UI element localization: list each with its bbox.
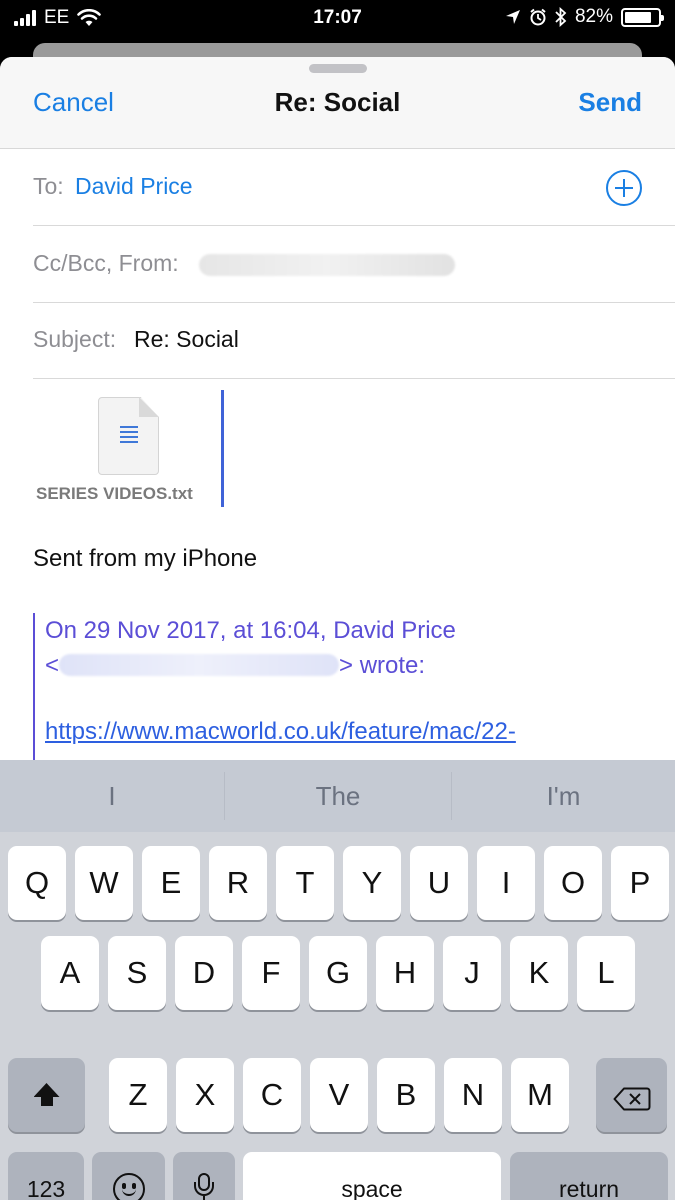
prediction-2[interactable]: The xyxy=(225,760,451,832)
text-cursor xyxy=(221,390,224,507)
compose-title: Re: Social xyxy=(274,87,401,117)
key-t[interactable]: T xyxy=(276,846,334,920)
key-k[interactable]: K xyxy=(510,936,568,1010)
compose-header: Cancel Re: Social Send xyxy=(0,57,675,149)
subject-label: Subject: xyxy=(33,326,117,352)
key-e[interactable]: E xyxy=(142,846,200,920)
backspace-outline xyxy=(613,1087,650,1111)
key-x[interactable]: X xyxy=(176,1058,234,1132)
cc-bcc-from-label: Cc/Bcc, From: xyxy=(33,250,179,276)
key-v[interactable]: V xyxy=(310,1058,368,1132)
attachment[interactable]: SERIES VIDEOS.txt xyxy=(36,397,222,512)
sender-email-redacted xyxy=(59,654,340,676)
key-s[interactable]: S xyxy=(108,936,166,1010)
key-g[interactable]: G xyxy=(309,936,367,1010)
send-button[interactable]: Send xyxy=(578,87,642,118)
compose-sheet: Cancel Re: Social Send To: David Price C… xyxy=(0,57,675,760)
key-r[interactable]: R xyxy=(209,846,267,920)
key-w[interactable]: W xyxy=(75,846,133,920)
key-a[interactable]: A xyxy=(41,936,99,1010)
file-lines xyxy=(120,426,138,446)
emoji-key[interactable] xyxy=(92,1152,165,1200)
key-p[interactable]: P xyxy=(611,846,669,920)
emoji-icon xyxy=(112,1173,145,1200)
return-key[interactable]: return xyxy=(510,1152,668,1200)
microphone-icon xyxy=(194,1173,214,1200)
key-h[interactable]: H xyxy=(376,936,434,1010)
battery-fill xyxy=(625,11,652,23)
cc-bcc-from-field[interactable]: Cc/Bcc, From: xyxy=(33,226,675,303)
space-key[interactable]: space xyxy=(243,1152,501,1200)
battery-icon xyxy=(621,7,664,27)
prediction-3[interactable]: I'm xyxy=(452,760,675,832)
backspace-key[interactable] xyxy=(596,1058,667,1132)
key-n[interactable]: N xyxy=(444,1058,502,1132)
to-recipient[interactable]: David Price xyxy=(75,173,193,200)
from-email-redacted[interactable] xyxy=(199,254,455,276)
dictation-key[interactable] xyxy=(173,1152,235,1200)
subject-field[interactable]: Subject: Re: Social xyxy=(33,302,675,379)
backspace-icon xyxy=(613,1083,651,1111)
bluetooth-icon xyxy=(555,7,567,27)
key-o[interactable]: O xyxy=(544,846,602,920)
quote-open: < xyxy=(45,652,60,679)
subject-input[interactable]: Re: Social xyxy=(134,326,239,353)
battery-percent: 82% xyxy=(574,6,613,27)
location-icon xyxy=(505,10,520,24)
attachment-name: SERIES VIDEOS.txt xyxy=(36,484,193,503)
prediction-1[interactable]: I xyxy=(0,760,224,832)
key-y[interactable]: Y xyxy=(343,846,401,920)
quote-header: On 29 Nov 2017, at 16:04, David Price xyxy=(45,617,456,644)
key-d[interactable]: D xyxy=(175,936,233,1010)
key-l[interactable]: L xyxy=(577,936,635,1010)
key-u[interactable]: U xyxy=(410,846,468,920)
key-q[interactable]: Q xyxy=(8,846,66,920)
key-z[interactable]: Z xyxy=(109,1058,167,1132)
key-i[interactable]: I xyxy=(477,846,535,920)
numbers-key[interactable]: 123 xyxy=(8,1152,84,1200)
predictive-bar: I The I'm xyxy=(0,760,675,832)
signature-text[interactable]: Sent from my iPhone xyxy=(33,545,257,573)
quoted-message[interactable]: On 29 Nov 2017, at 16:04, David Price < >… xyxy=(33,613,653,760)
add-contact-icon[interactable] xyxy=(606,170,642,206)
status-right: 82% xyxy=(505,6,664,28)
keyboard: I The I'm QWERTYUIOP ASDFGHJKL ZXCVBNM 1… xyxy=(0,760,675,1200)
key-m[interactable]: M xyxy=(511,1058,569,1132)
quote-link[interactable]: https://www.macworld.co.uk/feature/mac/2… xyxy=(45,718,653,746)
shift-icon xyxy=(33,1083,60,1107)
key-j[interactable]: J xyxy=(443,936,501,1010)
status-bar: EE 17:07 82% xyxy=(0,0,675,36)
key-b[interactable]: B xyxy=(377,1058,435,1132)
alarm-icon xyxy=(530,8,546,26)
sheet-grabber[interactable] xyxy=(309,64,367,73)
key-c[interactable]: C xyxy=(243,1058,301,1132)
quote-sender-line: < > wrote: xyxy=(45,648,653,683)
to-field[interactable]: To: David Price xyxy=(33,149,675,226)
key-f[interactable]: F xyxy=(242,936,300,1010)
to-label: To: xyxy=(33,173,64,199)
shift-key[interactable] xyxy=(8,1058,85,1132)
quote-wrote: > wrote: xyxy=(339,652,426,679)
file-fold xyxy=(139,397,159,417)
